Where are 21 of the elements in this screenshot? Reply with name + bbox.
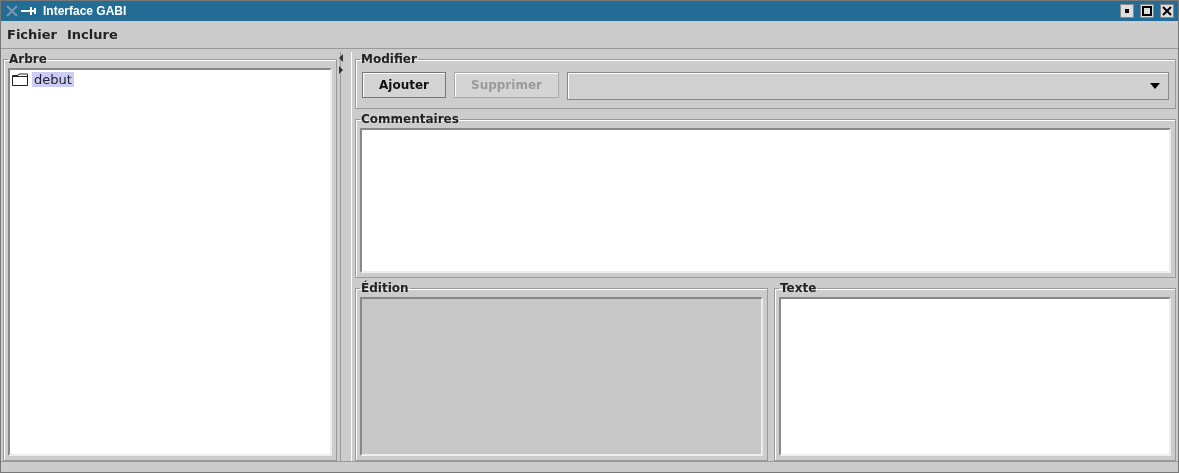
- pin-icon: [5, 5, 39, 17]
- minimize-icon: [1124, 8, 1130, 14]
- dropdown[interactable]: [566, 72, 1169, 100]
- panel-title: Commentaires: [360, 112, 460, 126]
- close-icon: [1162, 6, 1172, 16]
- tree-node[interactable]: debut: [32, 72, 74, 87]
- minimize-button[interactable]: [1120, 4, 1134, 18]
- caret-icon: [1150, 83, 1160, 89]
- close-button[interactable]: [1160, 4, 1174, 18]
- panel-title: Texte: [779, 281, 818, 295]
- maximize-button[interactable]: [1140, 4, 1154, 18]
- panel-title: Modifier: [360, 52, 418, 66]
- window-title: Interface GABI: [43, 4, 127, 18]
- add-button[interactable]: Ajouter: [362, 72, 446, 98]
- menu-item[interactable]: Fichier: [7, 27, 57, 42]
- panel-title: Édition: [360, 281, 410, 295]
- folder-icon: [12, 73, 28, 86]
- menu-item[interactable]: Inclure: [67, 27, 118, 42]
- panel-title: Arbre: [8, 52, 48, 66]
- splitter-arrows-icon: [339, 54, 343, 74]
- maximize-icon: [1142, 6, 1152, 16]
